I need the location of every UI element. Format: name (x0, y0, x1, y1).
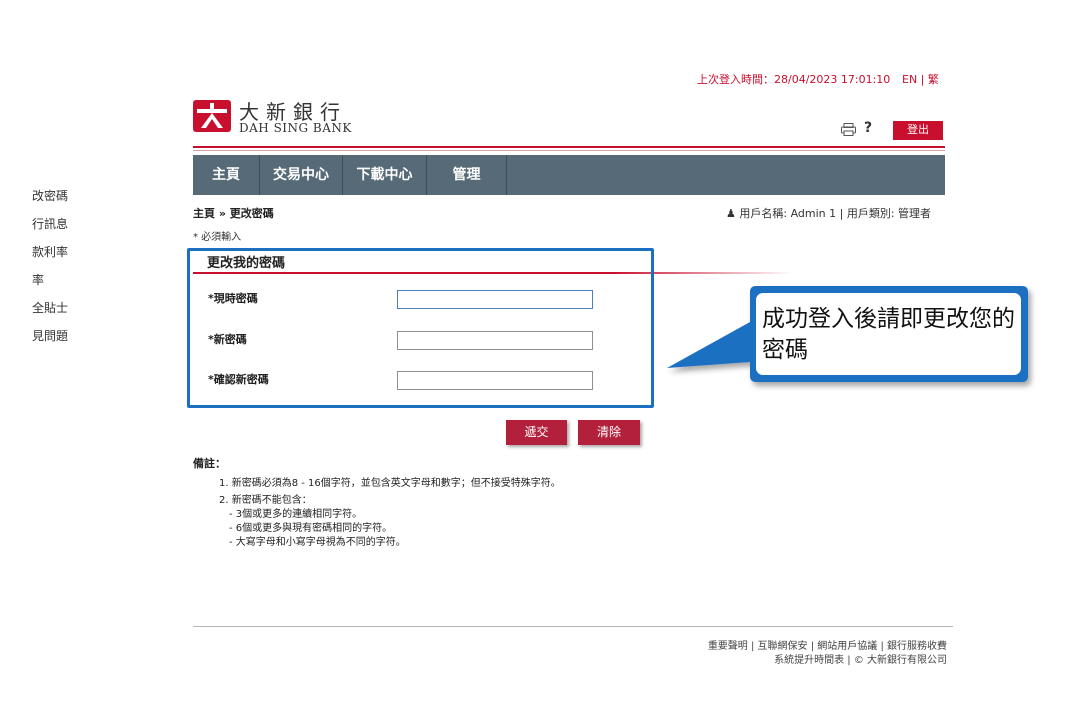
note-item: - 3個或更多的連續相同字符。 (229, 509, 363, 520)
print-icon[interactable] (841, 123, 856, 136)
logo-english-name: DAH SING BANK (239, 121, 352, 135)
sidebar-item-bank-news[interactable]: 行訊息 (32, 215, 68, 232)
form-highlight-box (187, 248, 654, 408)
footer-links[interactable]: 重要聲明 | 互聯網保安 | 網站用戶協議 | 銀行服務收費 (708, 637, 947, 652)
header-divider-secondary (193, 150, 945, 151)
user-info: ♟ 用戶名稱: Admin 1 | 用戶類別: 管理者 (726, 205, 931, 221)
last-login: 上次登入時間：28/04/2023 17:01:10 (697, 71, 890, 87)
note-item: - 6個或更多與現有密碼相同的字符。 (229, 523, 393, 534)
last-login-time: 28/04/2023 17:01:10 (774, 73, 891, 86)
nav-transaction-center[interactable]: 交易中心 (260, 155, 343, 195)
last-login-label: 上次登入時間： (697, 73, 774, 86)
submit-button[interactable]: 遞交 (506, 420, 567, 445)
nav-home[interactable]: 主頁 (193, 155, 260, 195)
callout-text: 成功登入後請即更改您的密碼 (762, 306, 1015, 363)
note-item: - 大寫字母和小寫字母視為不同的字符。 (229, 537, 406, 548)
language-switch[interactable]: EN | 繁 (902, 71, 939, 87)
main-nav: 主頁 交易中心 下載中心 管理 (193, 155, 945, 195)
sidebar-item-deposit-rates[interactable]: 款利率 (32, 243, 68, 260)
header-divider (193, 146, 945, 148)
clear-button[interactable]: 清除 (578, 420, 640, 445)
bank-logo-icon (193, 100, 231, 132)
sidebar-item-change-password[interactable]: 改密碼 (32, 187, 68, 204)
required-note: * 必須輸入 (193, 232, 242, 243)
notes-title: 備註： (193, 457, 226, 470)
user-icon: ♟ (726, 207, 736, 220)
breadcrumb: 主頁 » 更改密碼 (193, 207, 274, 220)
note-item: 2. 新密碼不能包含： (219, 495, 312, 506)
help-icon[interactable]: ? (864, 120, 872, 136)
nav-download-center[interactable]: 下載中心 (343, 155, 427, 195)
sidebar-item-security-tips[interactable]: 全貼士 (32, 299, 68, 316)
note-item: 1. 新密碼必須為8 - 16個字符，並包含英文字母和數字；但不接受特殊字符。 (219, 478, 561, 489)
user-info-text: 用戶名稱: Admin 1 | 用戶類別: 管理者 (739, 207, 932, 220)
sidebar-item-rates[interactable]: 率 (32, 271, 44, 288)
nav-management[interactable]: 管理 (427, 155, 507, 195)
footer-copyright[interactable]: 系統提升時間表 | © 大新銀行有限公司 (774, 651, 947, 666)
sidebar-item-faq[interactable]: 見問題 (32, 327, 68, 344)
logout-button[interactable]: 登出 (893, 121, 943, 140)
footer-divider (193, 626, 953, 627)
